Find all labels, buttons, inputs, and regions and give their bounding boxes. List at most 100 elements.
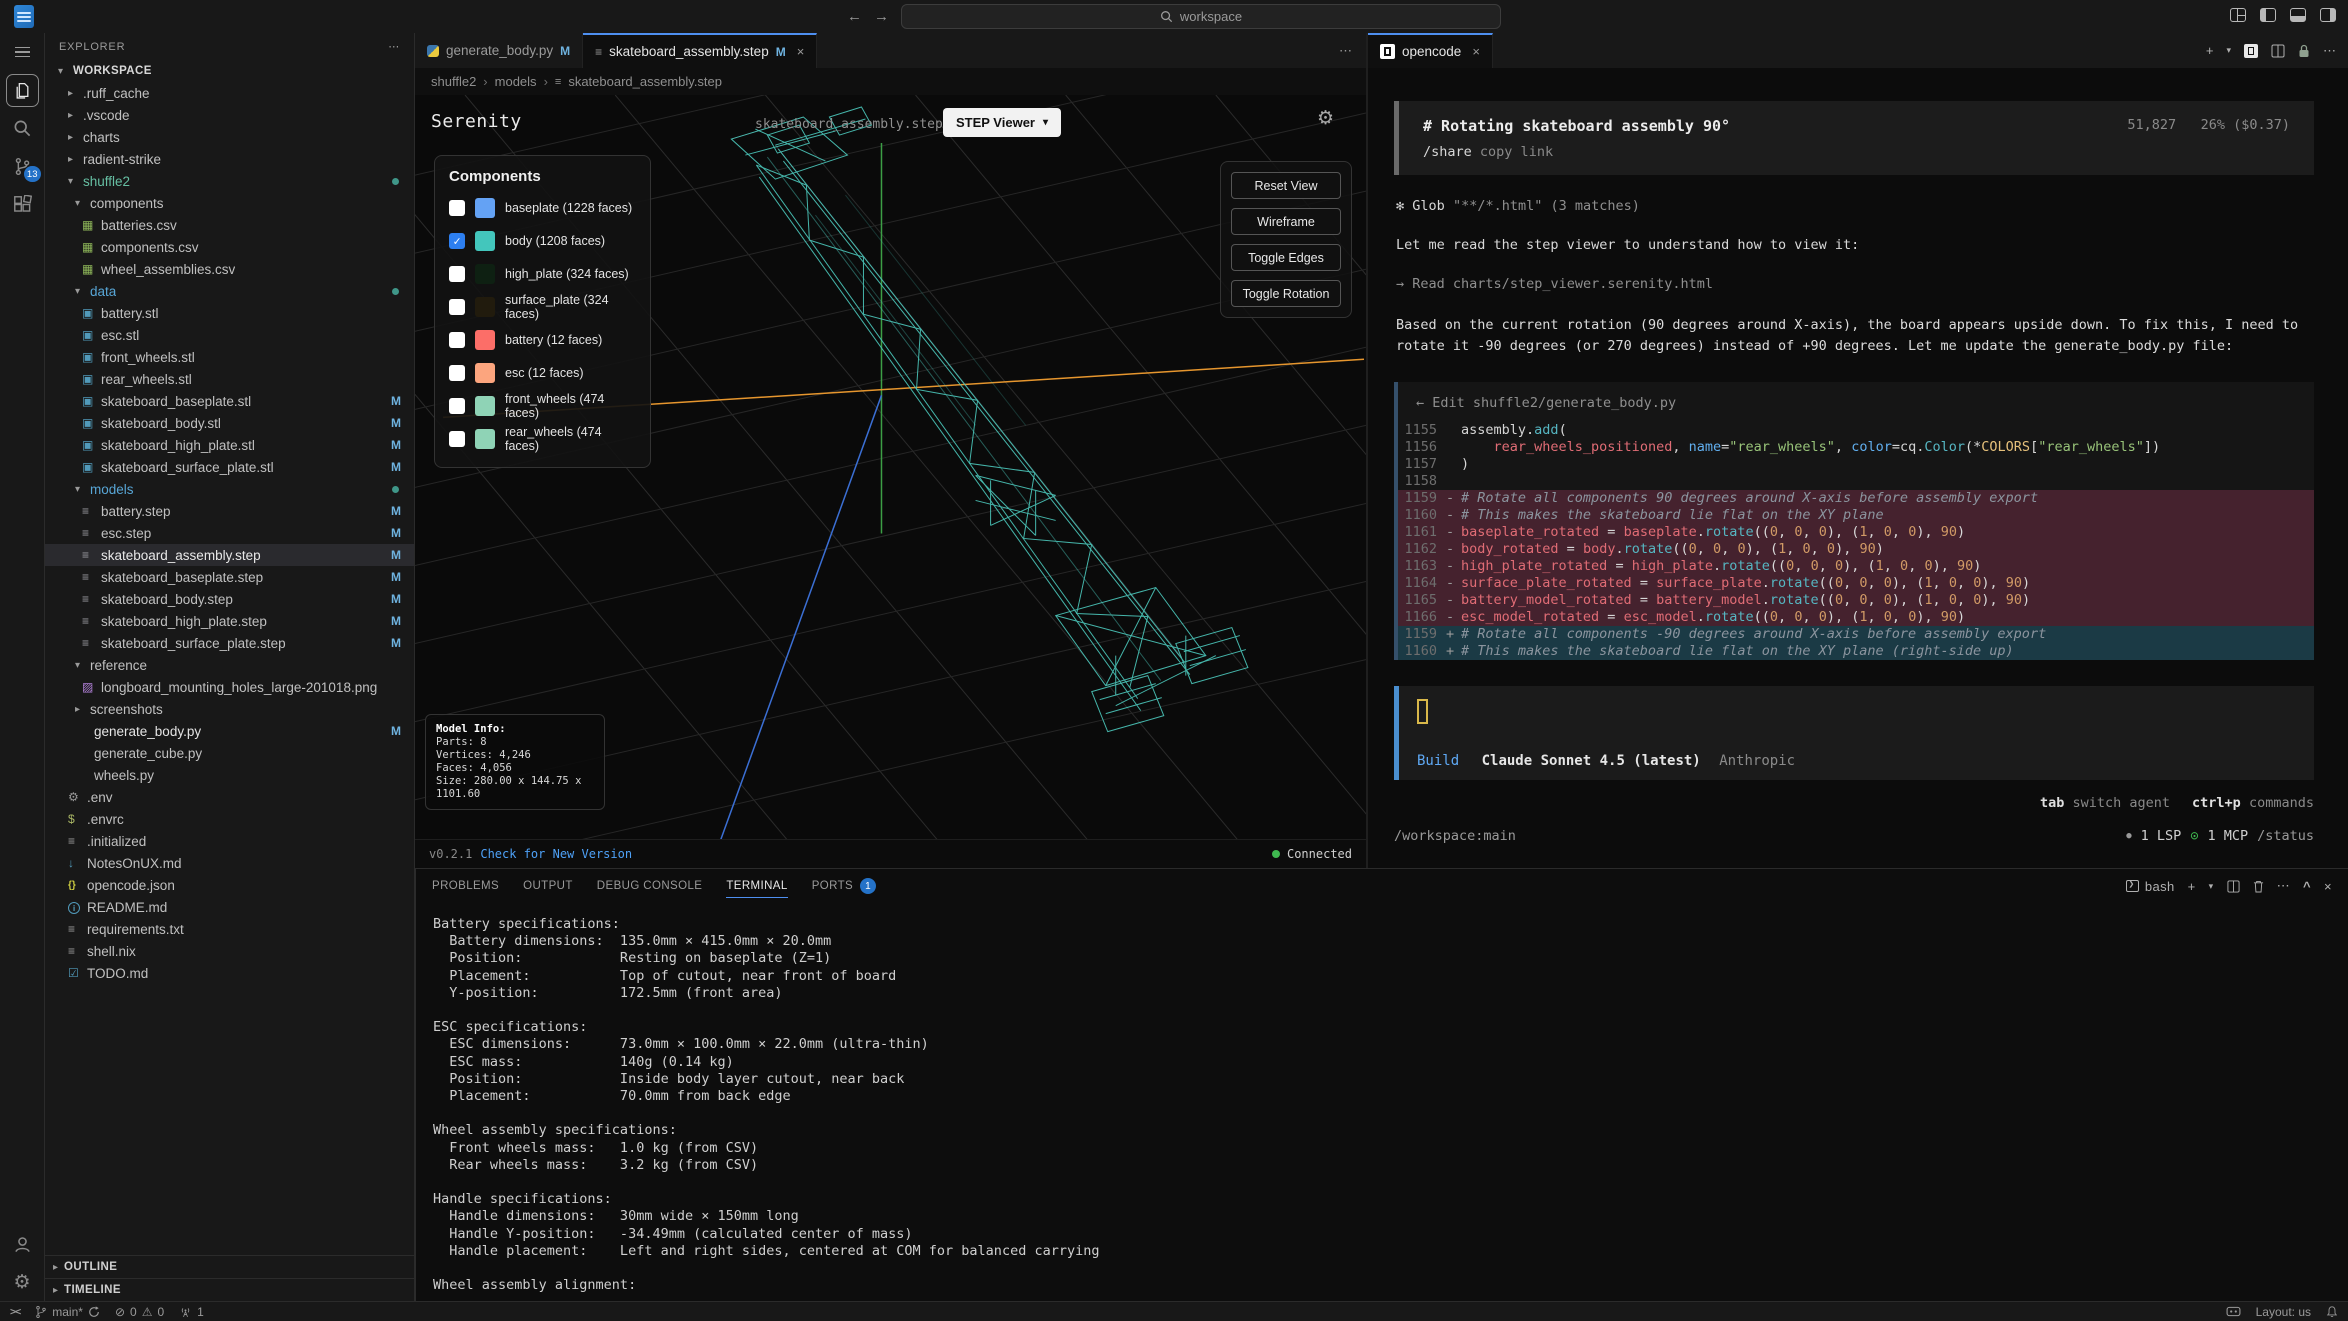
close-panel-icon[interactable]: × (2324, 879, 2332, 894)
tree-item-skateboard-baseplate-step[interactable]: ≡skateboard_baseplate.stepM (45, 566, 414, 588)
back-icon[interactable]: ← (847, 8, 862, 25)
tree-item-skateboard-baseplate-stl[interactable]: ▣skateboard_baseplate.stlM (45, 390, 414, 412)
panel-tab-problems[interactable]: PROBLEMS (432, 869, 499, 903)
git-branch-item[interactable]: main* (35, 1305, 100, 1319)
kill-terminal-trash-icon[interactable] (2253, 880, 2264, 893)
tree-item-env[interactable]: ⚙.env (45, 786, 414, 808)
panel-tab-debug-console[interactable]: DEBUG CONSOLE (597, 869, 703, 903)
tree-item-models[interactable]: ▾models (45, 478, 414, 500)
tree-item-components-csv[interactable]: ▦components.csv (45, 236, 414, 258)
tree-item-radient-strike[interactable]: ▸radient-strike (45, 148, 414, 170)
chevron-down-icon[interactable]: ▾ (2226, 45, 2231, 56)
tree-item-screenshots[interactable]: ▸screenshots (45, 698, 414, 720)
component-checkbox[interactable] (449, 431, 465, 447)
tree-item-components[interactable]: ▾components (45, 192, 414, 214)
tab-generate-body-py[interactable]: generate_body.py M (415, 33, 583, 68)
toggle-edges-button[interactable]: Toggle Edges (1231, 244, 1341, 271)
explorer-more-icon[interactable]: ⋯ (388, 40, 400, 53)
panel-tab-ports[interactable]: PORTS1 (812, 869, 876, 903)
search-sidebar-icon[interactable] (0, 109, 45, 147)
chevron-down-icon[interactable]: ▾ (2209, 881, 2214, 892)
tab-opencode[interactable]: opencode × (1368, 33, 1493, 68)
tree-item-battery-step[interactable]: ≡battery.stepM (45, 500, 414, 522)
prompt-input[interactable]: Build Claude Sonnet 4.5 (latest) Anthrop… (1394, 686, 2314, 780)
status-command[interactable]: /status (2257, 828, 2314, 844)
component-checkbox[interactable] (449, 299, 465, 315)
component-checkbox[interactable]: ✓ (449, 233, 465, 249)
keyboard-layout[interactable]: Layout: us (2256, 1305, 2311, 1319)
tree-item-longboard-mounting-holes-large-201018-png[interactable]: ▨longboard_mounting_holes_large-201018.p… (45, 676, 414, 698)
explorer-icon[interactable] (0, 71, 45, 109)
copy-link-label[interactable]: copy link (1480, 144, 1553, 160)
tree-item-battery-stl[interactable]: ▣battery.stl (45, 302, 414, 324)
maximize-panel-icon[interactable]: ^ (2303, 879, 2311, 894)
tree-item-opencode-json[interactable]: {}opencode.json (45, 874, 414, 896)
tree-item-reference[interactable]: ▾reference (45, 654, 414, 676)
tree-item-notesonux-md[interactable]: ↓NotesOnUX.md (45, 852, 414, 874)
tree-item-vscode[interactable]: ▸.vscode (45, 104, 414, 126)
tree-item-skateboard-high-plate-step[interactable]: ≡skateboard_high_plate.stepM (45, 610, 414, 632)
tree-item-wheel-assemblies-csv[interactable]: ▦wheel_assemblies.csv (45, 258, 414, 280)
tree-item-skateboard-body-stl[interactable]: ▣skateboard_body.stlM (45, 412, 414, 434)
breadcrumb-file[interactable]: skateboard_assembly.step (568, 74, 722, 89)
problems-item[interactable]: ⊘ 0 ⚠ 0 (115, 1305, 164, 1319)
breadcrumb-folder[interactable]: models (495, 74, 537, 89)
breadcrumb[interactable]: shuffle2 › models › ≡ skateboard_assembl… (415, 68, 1366, 95)
account-icon[interactable] (0, 1225, 45, 1263)
bell-icon[interactable] (2326, 1305, 2338, 1318)
new-terminal-icon[interactable]: + (2206, 43, 2214, 58)
component-checkbox[interactable] (449, 365, 465, 381)
tree-item-readme-md[interactable]: iREADME.md (45, 896, 414, 918)
copilot-icon[interactable] (2226, 1306, 2241, 1317)
split-editor-icon[interactable] (2271, 44, 2285, 58)
menu-icon[interactable] (0, 33, 45, 71)
tree-item-skateboard-assembly-step[interactable]: ≡skateboard_assembly.stepM (45, 544, 414, 566)
close-tab-icon[interactable]: × (1472, 44, 1480, 59)
tree-item-ruff-cache[interactable]: ▸.ruff_cache (45, 82, 414, 104)
outline-section[interactable]: ▸ OUTLINE (45, 1255, 414, 1278)
toggle-panel-icon[interactable] (2290, 8, 2306, 22)
lock-icon[interactable] (2298, 44, 2310, 58)
tree-item-todo-md[interactable]: ☑TODO.md (45, 962, 414, 984)
new-terminal-icon[interactable]: + (2188, 879, 2196, 894)
viewer-mode-select[interactable]: STEP Viewer ▾ (943, 108, 1061, 137)
check-new-version-link[interactable]: Check for New Version (480, 847, 632, 861)
toggle-secondary-sidebar-icon[interactable] (2320, 8, 2336, 22)
tree-item-envrc[interactable]: $.envrc (45, 808, 414, 830)
tree-item-skateboard-high-plate-stl[interactable]: ▣skateboard_high_plate.stlM (45, 434, 414, 456)
viewer-settings-gear-icon[interactable]: ⚙ (1317, 107, 1334, 129)
split-terminal-icon[interactable] (2227, 880, 2240, 893)
tree-item-data[interactable]: ▾data (45, 280, 414, 302)
tab-skateboard-assembly-step[interactable]: ≡ skateboard_assembly.step M × (583, 33, 817, 68)
customize-layout-icon[interactable] (2230, 8, 2246, 22)
component-checkbox[interactable] (449, 398, 465, 414)
tree-item-rear-wheels-stl[interactable]: ▣rear_wheels.stl (45, 368, 414, 390)
remote-indicator[interactable]: >< (10, 1306, 20, 1318)
tree-item-esc-step[interactable]: ≡esc.stepM (45, 522, 414, 544)
tree-item-esc-stl[interactable]: ▣esc.stl (45, 324, 414, 346)
panel-tab-output[interactable]: OUTPUT (523, 869, 573, 903)
timeline-section[interactable]: ▸ TIMELINE (45, 1278, 414, 1301)
tree-item-skateboard-surface-plate-stl[interactable]: ▣skateboard_surface_plate.stlM (45, 456, 414, 478)
tree-item-workspace[interactable]: ▾WORKSPACE (45, 60, 414, 82)
more-actions-icon[interactable]: ⋯ (2323, 43, 2336, 59)
more-actions-icon[interactable]: ⋯ (2277, 878, 2290, 894)
terminal-output[interactable]: Battery specifications: Battery dimensio… (416, 903, 2348, 1294)
tree-item-front-wheels-stl[interactable]: ▣front_wheels.stl (45, 346, 414, 368)
tree-item-skateboard-surface-plate-step[interactable]: ≡skateboard_surface_plate.stepM (45, 632, 414, 654)
tree-item-wheels-py[interactable]: wheels.py (45, 764, 414, 786)
panel-tab-terminal[interactable]: TERMINAL (726, 869, 787, 903)
component-checkbox[interactable] (449, 200, 465, 216)
tree-item-shuffle2[interactable]: ▾shuffle2 (45, 170, 414, 192)
tree-item-batteries-csv[interactable]: ▦batteries.csv (45, 214, 414, 236)
tree-item-skateboard-body-step[interactable]: ≡skateboard_body.stepM (45, 588, 414, 610)
tree-item-shell-nix[interactable]: ≡shell.nix (45, 940, 414, 962)
tree-item-initialized[interactable]: ≡.initialized (45, 830, 414, 852)
agent-mode[interactable]: Build (1417, 753, 1459, 769)
settings-gear-icon[interactable]: ⚙ (0, 1263, 45, 1301)
shell-profile[interactable]: bash (2126, 879, 2175, 894)
share-command[interactable]: /share (1423, 144, 1472, 160)
tree-item-requirements-txt[interactable]: ≡requirements.txt (45, 918, 414, 940)
close-tab-icon[interactable]: × (797, 44, 805, 59)
ports-item[interactable]: 1 (179, 1305, 204, 1319)
